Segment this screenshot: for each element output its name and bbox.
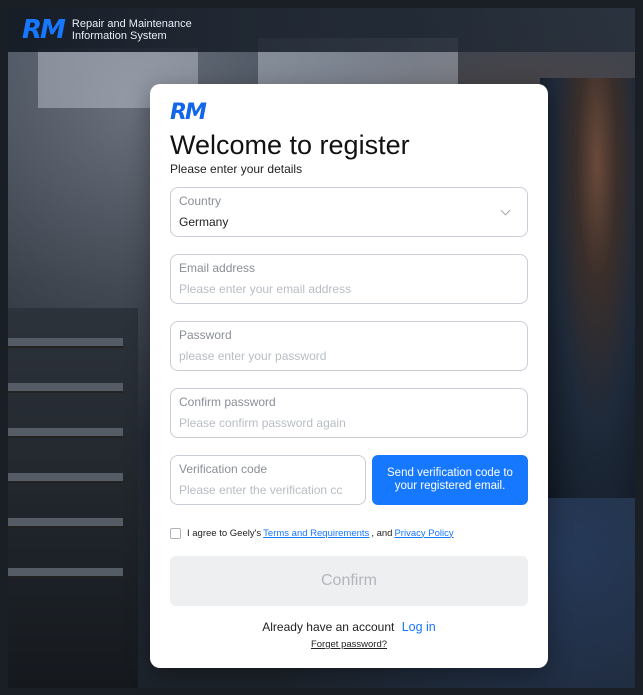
agree-checkbox[interactable] — [170, 527, 181, 539]
email-field[interactable]: Email address Please enter your email ad… — [170, 254, 528, 304]
cabinet-drawer — [8, 428, 123, 438]
privacy-policy-link[interactable]: Privacy Policy — [394, 528, 453, 539]
cabinet-drawer — [8, 338, 123, 348]
register-card: RM Welcome to register Please enter your… — [150, 84, 548, 668]
send-verification-code-button[interactable]: Send verification code to your registere… — [372, 455, 528, 505]
login-link[interactable]: Log in — [402, 620, 436, 634]
email-label: Email address — [179, 261, 256, 275]
confirm-password-field[interactable]: Confirm password Please confirm password… — [170, 388, 528, 438]
forgot-password-link[interactable]: Forget password? — [150, 639, 548, 650]
cabinet-drawer — [8, 383, 123, 393]
agreement-text: I agree to Geely's — [187, 527, 262, 539]
verification-code-label: Verification code — [179, 462, 268, 476]
mechanic-figure — [540, 78, 635, 498]
system-name-line2: Information System — [71, 30, 167, 42]
rm-logo: RM — [22, 15, 66, 45]
country-label: Country — [179, 194, 222, 208]
password-label: Password — [179, 328, 232, 342]
confirm-password-placeholder: Please confirm password again — [179, 416, 346, 430]
verification-code-field[interactable]: Verification code Please enter the verif… — [170, 455, 366, 505]
agreement-separator: , and — [371, 527, 393, 539]
country-value: Germany — [179, 215, 229, 229]
verification-code-placeholder: Please enter the verification cc — [179, 483, 343, 497]
confirm-button[interactable]: Confirm — [170, 556, 528, 606]
page-title: Welcome to register — [170, 130, 410, 160]
system-name: Repair and Maintenance Information Syste… — [72, 18, 192, 42]
card-logo: RM — [170, 100, 207, 125]
password-field[interactable]: Password please enter your password — [170, 321, 528, 371]
tool-cabinet — [8, 308, 138, 688]
cabinet-drawer — [8, 568, 123, 578]
top-header: RM Repair and Maintenance Information Sy… — [8, 8, 635, 52]
cabinet-drawer — [8, 473, 123, 483]
account-prompt: Already have an account — [262, 620, 395, 634]
confirm-password-label: Confirm password — [179, 395, 276, 409]
page-subtitle: Please enter your details — [170, 162, 303, 176]
country-select[interactable]: Country Germany — [170, 187, 528, 237]
terms-link[interactable]: Terms and Requirements — [263, 528, 369, 539]
system-name-line1: Repair and Maintenance — [71, 18, 192, 30]
cabinet-drawer — [8, 518, 123, 528]
agreement-row: I agree to Geely's Terms and Requirement… — [170, 525, 528, 541]
login-row: Already have an account Log in — [150, 620, 548, 634]
email-placeholder: Please enter your email address — [179, 282, 352, 296]
password-placeholder: please enter your password — [179, 349, 327, 363]
